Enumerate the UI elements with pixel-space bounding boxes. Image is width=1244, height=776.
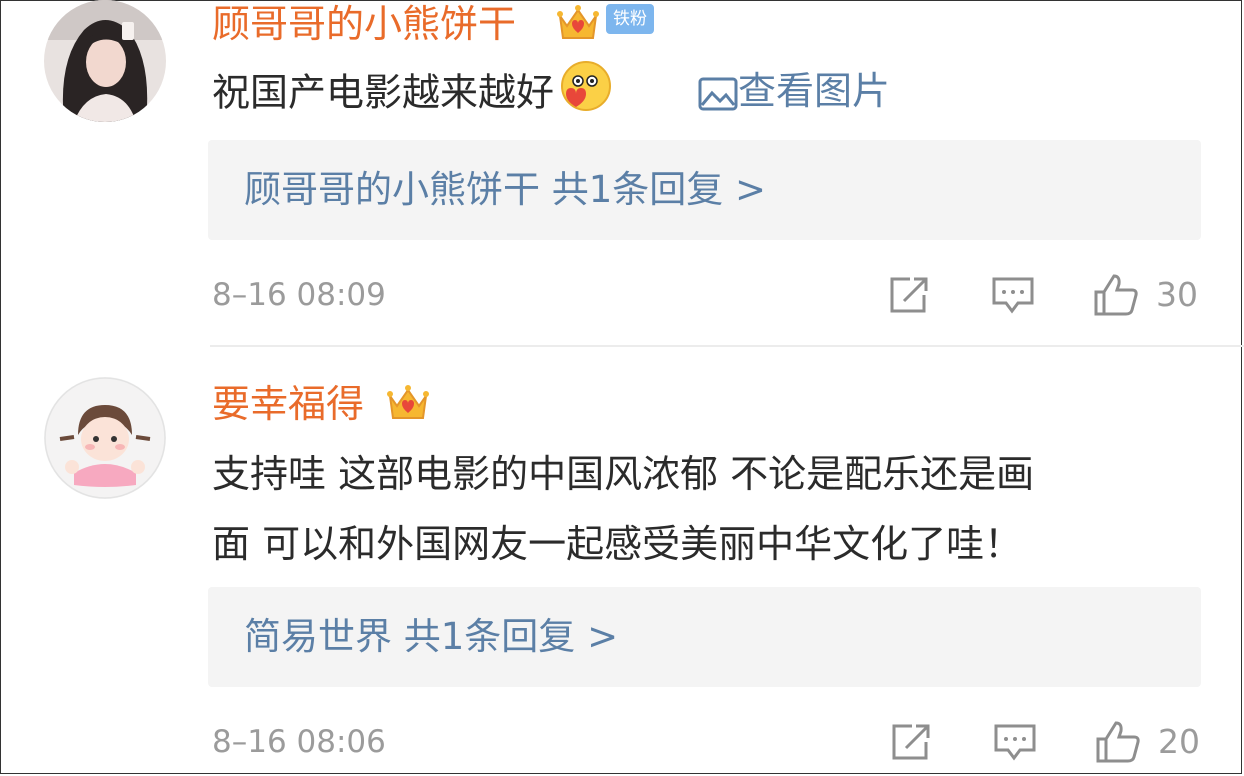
reply-preview[interactable]: 简易世界 共1条回复 > <box>208 587 1201 687</box>
share-icon <box>892 724 930 760</box>
reply-preview[interactable]: 顾哥哥的小熊饼干 共1条回复 > <box>208 140 1201 240</box>
comment-text-content: 祝国产电影越来越好 <box>212 70 555 115</box>
username[interactable]: 要幸福得 <box>212 380 364 428</box>
thumbs-up-icon <box>1094 274 1138 316</box>
comment-button[interactable] <box>992 722 1038 766</box>
like-button[interactable] <box>1092 272 1140 320</box>
reply-preview-text: 顾哥哥的小熊饼干 共1条回复 > <box>244 168 767 211</box>
comment-text-line: 支持哇 这部电影的中国风浓郁 不论是配乐还是画 <box>212 452 1035 496</box>
share-button[interactable] <box>888 275 932 319</box>
image-icon <box>698 77 738 110</box>
comment-icon <box>994 724 1036 761</box>
timestamp: 8–16 08:09 <box>212 277 386 313</box>
comment-text-line: 面 可以和外国网友一起感受美丽中华文化了哇！ <box>212 522 1023 566</box>
share-icon <box>890 277 928 313</box>
like-button[interactable] <box>1094 719 1142 767</box>
comment-button[interactable] <box>990 275 1036 319</box>
comment-item: 要幸福得 支持哇 这部电影的中国风浓郁 不论是配乐还是画 面 可以和外国网友一起… <box>0 347 1244 776</box>
view-picture-link[interactable]: 查看图片 <box>698 66 890 116</box>
view-picture-label: 查看图片 <box>738 69 891 113</box>
fan-badge: 铁粉 <box>606 4 654 34</box>
avatar[interactable] <box>44 377 166 499</box>
kiss-emoji-icon <box>560 60 612 130</box>
crown-icon <box>386 382 430 426</box>
share-button[interactable] <box>890 722 934 766</box>
like-count: 20 <box>1158 722 1200 761</box>
comment-item: 顾哥哥的小熊饼干 铁粉 祝国产电影越来越好 查看图片 顾哥哥的小熊饼干 共1条回… <box>0 0 1244 345</box>
thumbs-up-icon <box>1096 721 1140 763</box>
crown-icon <box>556 2 600 46</box>
reply-preview-text: 简易世界 共1条回复 > <box>244 615 619 658</box>
avatar[interactable] <box>44 0 166 122</box>
comment-text: 祝国产电影越来越好 <box>212 60 612 130</box>
username[interactable]: 顾哥哥的小熊饼干 <box>212 0 516 48</box>
comment-icon <box>992 277 1034 314</box>
like-count: 30 <box>1156 275 1198 314</box>
timestamp: 8–16 08:06 <box>212 724 386 760</box>
